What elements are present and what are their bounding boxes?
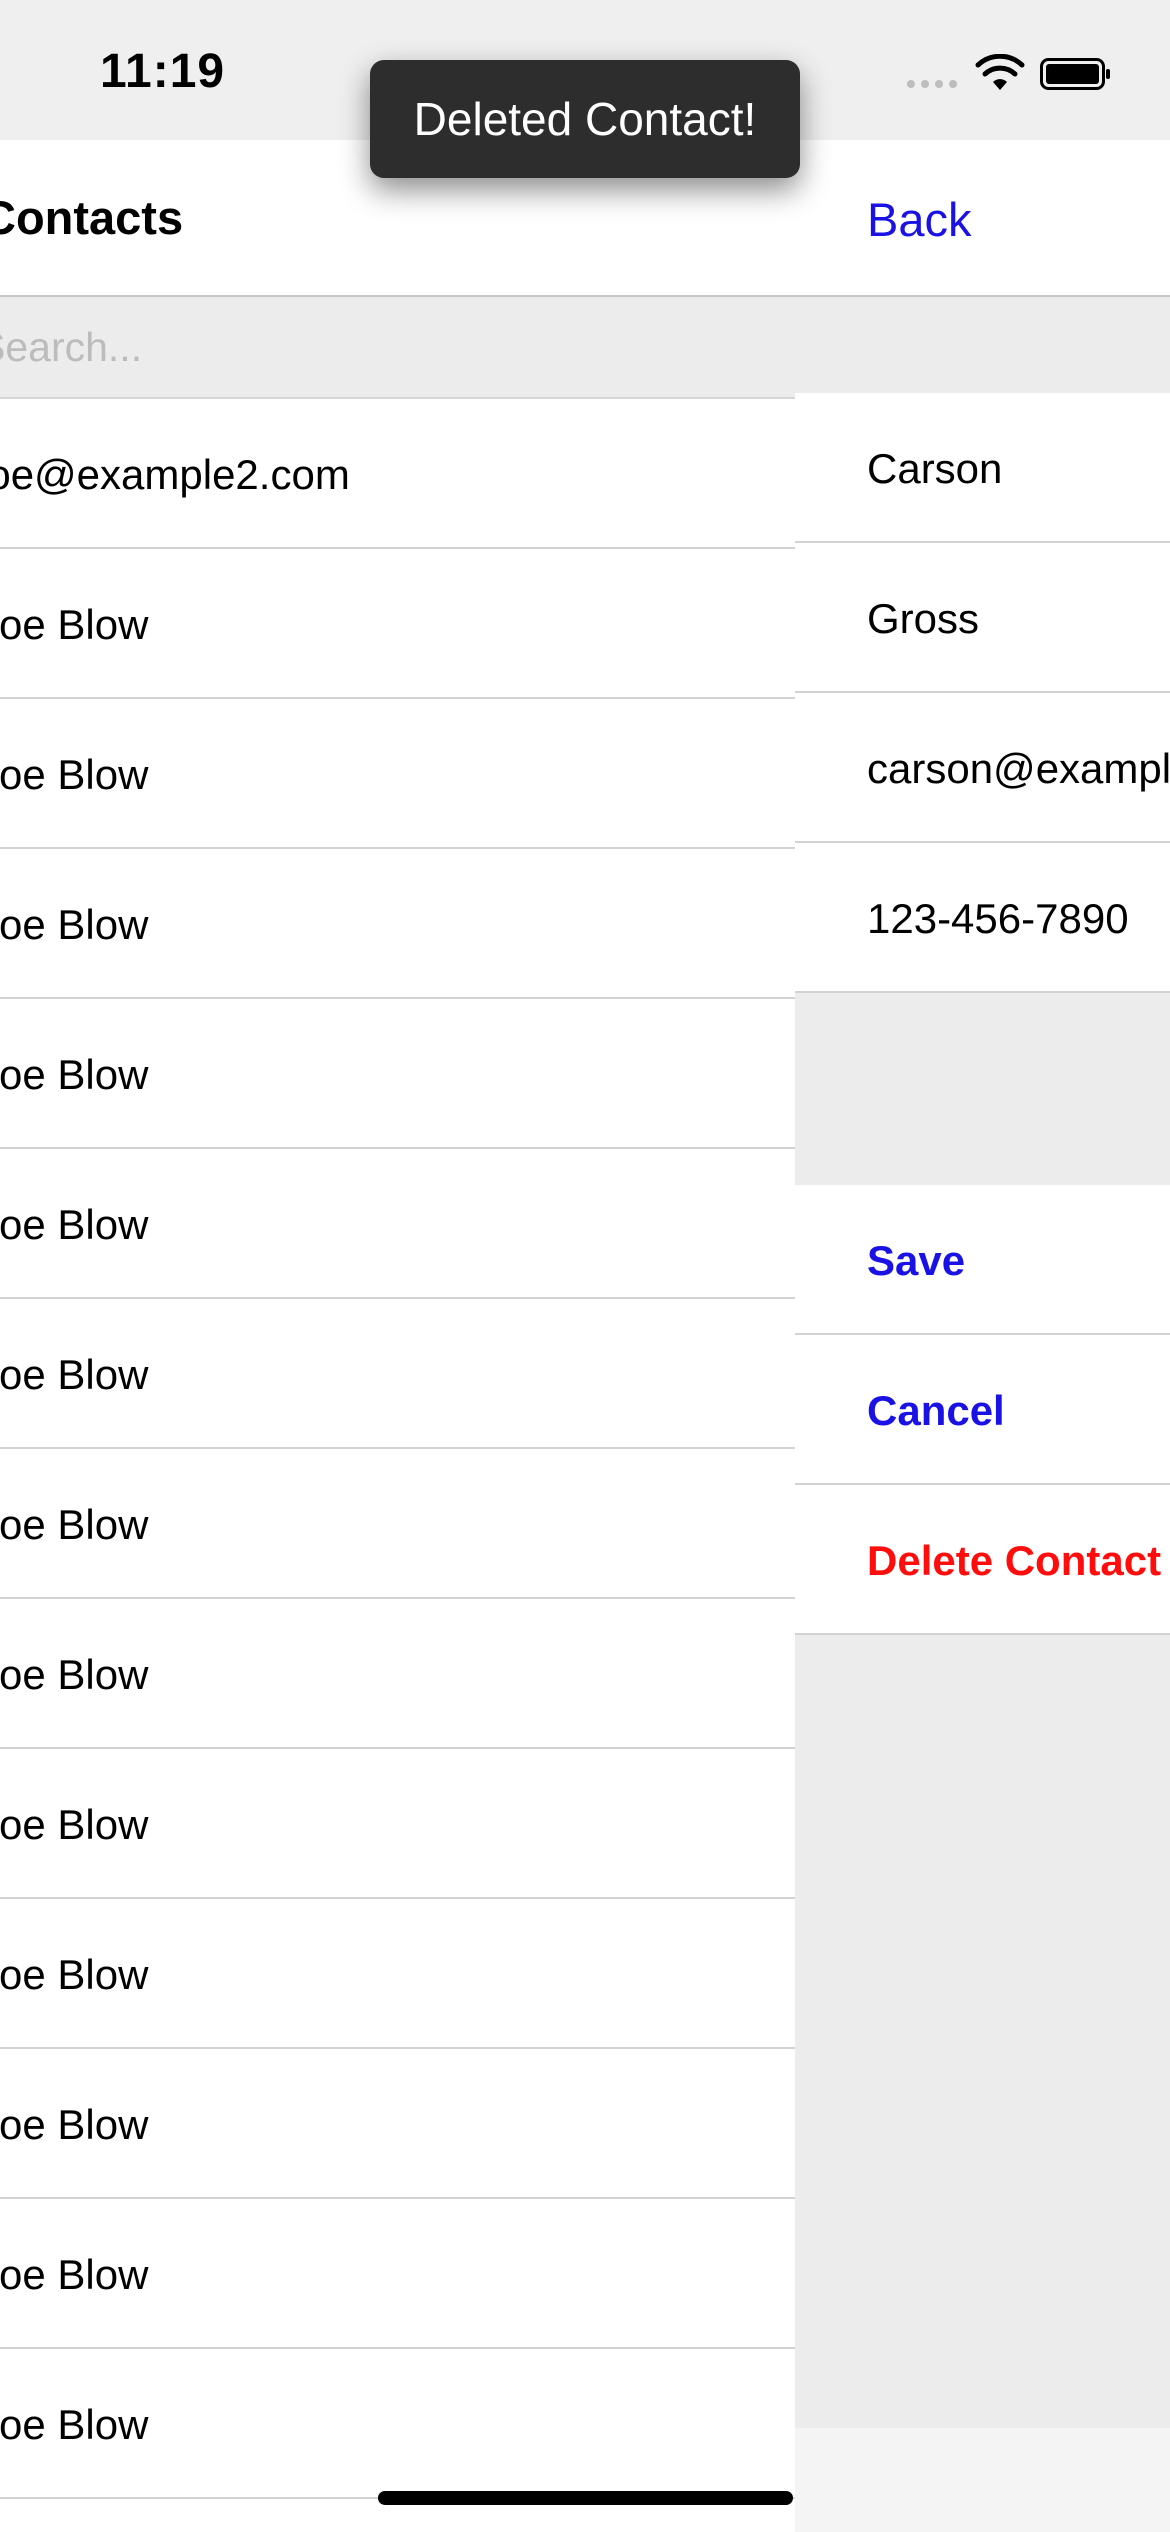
contact-row[interactable]: Joe Blow	[0, 699, 795, 849]
contact-row[interactable]: Joe Blow	[0, 1149, 795, 1299]
first-name-value: Carson	[867, 445, 1003, 492]
last-name-value: Gross	[867, 595, 980, 642]
home-indicator[interactable]	[378, 2491, 793, 2505]
wifi-icon	[975, 54, 1025, 90]
contact-name: Joe Blow	[0, 1501, 149, 1548]
search-input[interactable]	[0, 297, 788, 397]
contact-name: Joe Blow	[0, 1951, 149, 1998]
contact-row[interactable]: Joe Blow	[0, 1449, 795, 1599]
contact-name: Joe Blow	[0, 601, 149, 648]
contact-row[interactable]: Joe Blow	[0, 1599, 795, 1749]
contact-actions: Save Cancel Delete Contact	[795, 1185, 1170, 1635]
contact-name: Joe Blow	[0, 901, 149, 948]
contact-fields: Carson Gross carson@example.com 123-456-…	[795, 393, 1170, 993]
save-button[interactable]: Save	[795, 1185, 1170, 1335]
email-value: carson@example.com	[867, 745, 1170, 792]
contact-row[interactable]: Joe Blow	[0, 1749, 795, 1899]
cancel-button[interactable]: Cancel	[795, 1335, 1170, 1485]
contact-row[interactable]: Joe Blow	[0, 849, 795, 999]
delete-contact-button[interactable]: Delete Contact	[795, 1485, 1170, 1635]
contact-name: Joe Blow	[0, 1051, 149, 1098]
contact-list: joe@example2.com Joe Blow Joe Blow Joe B…	[0, 399, 795, 2499]
cellular-signal-icon	[907, 80, 957, 88]
detail-nav-bar: Back	[795, 140, 1170, 297]
delete-contact-label: Delete Contact	[867, 1537, 1162, 1584]
battery-icon	[1040, 58, 1110, 90]
phone-value: 123-456-7890	[867, 895, 1129, 942]
contact-row[interactable]: Joe Blow	[0, 549, 795, 699]
contact-detail-screen: Back Carson Gross carson@example.com 123…	[795, 140, 1170, 2428]
email-field[interactable]: carson@example.com	[795, 693, 1170, 843]
cancel-label: Cancel	[867, 1387, 1005, 1434]
contact-row[interactable]: Joe Blow	[0, 2049, 795, 2199]
last-name-field[interactable]: Gross	[795, 543, 1170, 693]
contact-row[interactable]: Joe Blow	[0, 1299, 795, 1449]
contact-row[interactable]: Joe Blow	[0, 2199, 795, 2349]
search-bar	[0, 297, 795, 399]
contact-name: Joe Blow	[0, 1201, 149, 1248]
detail-bottom-area	[795, 2428, 1170, 2532]
contact-row[interactable]: Joe Blow	[0, 1899, 795, 2049]
phone-field[interactable]: 123-456-7890	[795, 843, 1170, 993]
contact-row[interactable]: joe@example2.com	[0, 399, 795, 549]
contact-name: Joe Blow	[0, 2401, 149, 2448]
contact-name: Joe Blow	[0, 1801, 149, 1848]
contact-row[interactable]: Joe Blow	[0, 999, 795, 1149]
contact-name: joe@example2.com	[0, 451, 350, 498]
page-title: Contacts	[0, 191, 184, 244]
contacts-screen: Contacts joe@example2.com Joe Blow Joe B…	[0, 140, 795, 2532]
toast-notification: Deleted Contact!	[370, 60, 800, 178]
contact-name: Joe Blow	[0, 1351, 149, 1398]
contact-row[interactable]: Joe Blow	[0, 2349, 795, 2499]
contact-name: Joe Blow	[0, 1651, 149, 1698]
save-label: Save	[867, 1237, 966, 1284]
contact-name: Joe Blow	[0, 2101, 149, 2148]
status-time: 11:19	[100, 45, 226, 98]
first-name-field[interactable]: Carson	[795, 393, 1170, 543]
back-button[interactable]: Back	[867, 192, 972, 247]
contact-name: Joe Blow	[0, 751, 149, 798]
contact-name: Joe Blow	[0, 2251, 149, 2298]
